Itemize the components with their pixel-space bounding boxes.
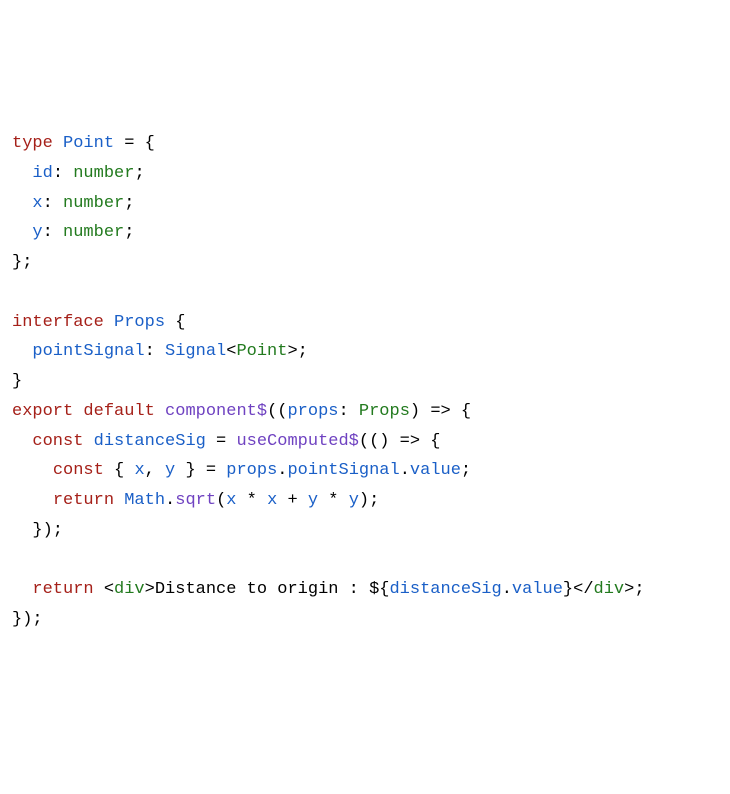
- type-name-point: Point: [63, 134, 114, 153]
- keyword-interface: interface: [12, 313, 104, 332]
- fn-component: component$: [165, 402, 267, 421]
- keyword-type: type: [12, 134, 53, 153]
- ref-x: x: [226, 491, 236, 510]
- type-point-ref: Point: [236, 342, 287, 361]
- destruct-y: y: [165, 461, 175, 480]
- prop-id: id: [32, 164, 52, 183]
- fn-usecomputed: useComputed$: [236, 432, 358, 451]
- var-distancesig: distanceSig: [94, 432, 206, 451]
- code-block: type Point = { id: number; x: number; y:…: [12, 129, 718, 635]
- ref-y: y: [308, 491, 318, 510]
- ref-value: value: [512, 580, 563, 599]
- code-line-5: };: [12, 248, 718, 278]
- ref-pointsignal: pointSignal: [287, 461, 399, 480]
- keyword-const: const: [53, 461, 104, 480]
- code-line-16: return <div>Distance to origin : ${dista…: [12, 575, 718, 605]
- fn-sqrt: sqrt: [175, 491, 216, 510]
- jsx-tag-div-close: div: [594, 580, 625, 599]
- code-line-14: });: [12, 516, 718, 546]
- code-line-4: y: number;: [12, 218, 718, 248]
- code-line-6: [12, 278, 718, 308]
- ref-math: Math: [124, 491, 165, 510]
- code-line-2: id: number;: [12, 159, 718, 189]
- prop-pointsignal: pointSignal: [32, 342, 144, 361]
- keyword-default: default: [83, 402, 154, 421]
- type-number: number: [63, 194, 124, 213]
- keyword-export: export: [12, 402, 73, 421]
- type-number: number: [73, 164, 134, 183]
- code-line-11: const distanceSig = useComputed$(() => {: [12, 427, 718, 457]
- code-line-9: }: [12, 367, 718, 397]
- destruct-x: x: [134, 461, 144, 480]
- type-number: number: [63, 223, 124, 242]
- ref-props: props: [226, 461, 277, 480]
- keyword-return: return: [53, 491, 114, 510]
- jsx-text: Distance to origin : $: [155, 580, 379, 599]
- ref-distancesig: distanceSig: [389, 580, 501, 599]
- ref-value: value: [410, 461, 461, 480]
- interface-name-props: Props: [114, 313, 165, 332]
- code-line-15: [12, 546, 718, 576]
- punct: = {: [114, 134, 155, 153]
- code-line-17: });: [12, 605, 718, 635]
- code-line-7: interface Props {: [12, 308, 718, 338]
- keyword-return: return: [32, 580, 93, 599]
- code-line-13: return Math.sqrt(x * x + y * y);: [12, 486, 718, 516]
- prop-x: x: [32, 194, 42, 213]
- code-line-12: const { x, y } = props.pointSignal.value…: [12, 456, 718, 486]
- code-line-8: pointSignal: Signal<Point>;: [12, 337, 718, 367]
- prop-y: y: [32, 223, 42, 242]
- keyword-const: const: [32, 432, 83, 451]
- code-line-10: export default component$((props: Props)…: [12, 397, 718, 427]
- param-props: props: [287, 402, 338, 421]
- ref-y: y: [349, 491, 359, 510]
- type-props-ref: Props: [359, 402, 410, 421]
- code-line-3: x: number;: [12, 189, 718, 219]
- type-signal: Signal: [165, 342, 226, 361]
- jsx-tag-div-open: div: [114, 580, 145, 599]
- code-line-1: type Point = {: [12, 129, 718, 159]
- ref-x: x: [267, 491, 277, 510]
